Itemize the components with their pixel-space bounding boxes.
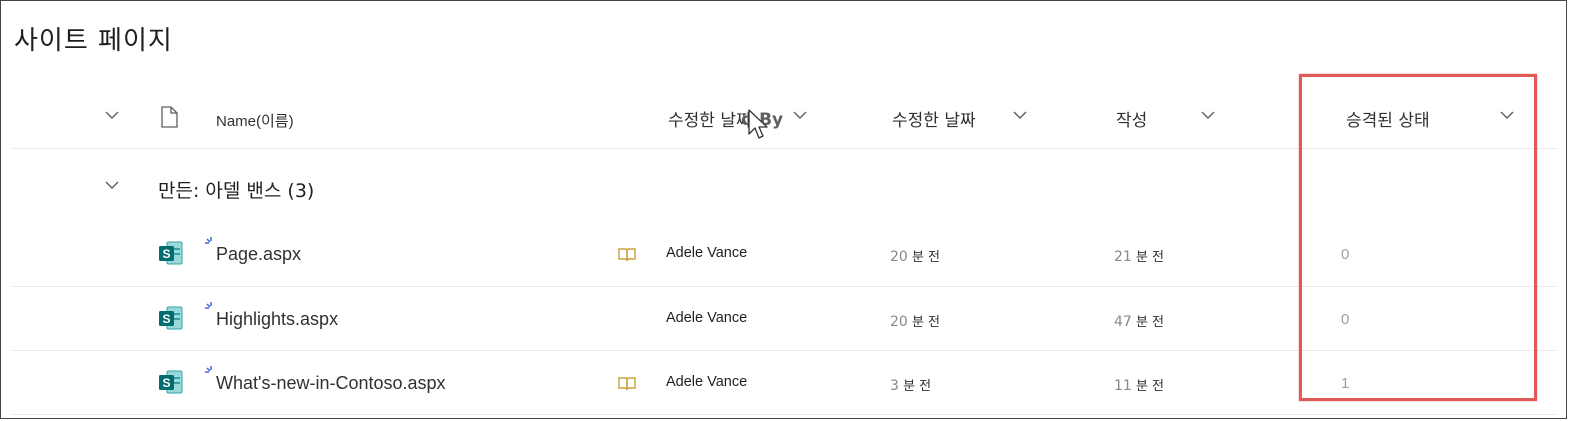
- row-divider: [12, 414, 1557, 415]
- modified-time: 20 분 전: [890, 314, 941, 330]
- file-name-link[interactable]: Page.aspx: [216, 244, 301, 265]
- author-name[interactable]: Adele Vance: [666, 245, 747, 261]
- mouse-pointer-icon: [746, 108, 770, 146]
- book-icon[interactable]: [618, 376, 636, 395]
- book-icon[interactable]: [618, 247, 636, 266]
- created-time: 21 분 전: [1114, 249, 1165, 265]
- group-header[interactable]: 만든: 아델 밴스 (3): [158, 176, 314, 203]
- created-time: 11 분 전: [1114, 378, 1165, 394]
- modified-time: 3 분 전: [890, 378, 932, 394]
- document-icon: [160, 106, 178, 132]
- author-name[interactable]: Adele Vance: [666, 310, 747, 326]
- column-header-modified[interactable]: 수정한 날짜: [892, 106, 976, 131]
- modified-time: 20 분 전: [890, 249, 941, 265]
- svg-text:S: S: [162, 376, 170, 390]
- page-title: 사이트 페이지: [14, 26, 173, 56]
- column-header-modified-by[interactable]: 수정한 날짜: [668, 106, 752, 131]
- column-modified-chevron-icon[interactable]: [1012, 110, 1028, 120]
- author-name[interactable]: Adele Vance: [666, 374, 747, 390]
- sharepoint-page-icon: S: [158, 369, 186, 401]
- group-collapse-chevron-icon[interactable]: [104, 180, 120, 190]
- column-header-name[interactable]: Name(이름): [216, 110, 294, 131]
- promoted-state-highlight: [1299, 74, 1537, 401]
- select-all-chevron-icon[interactable]: [104, 110, 120, 120]
- svg-text:S: S: [162, 312, 170, 326]
- column-created-chevron-icon[interactable]: [1200, 110, 1216, 120]
- created-time: 47 분 전: [1114, 314, 1165, 330]
- column-modified-by-chevron-icon[interactable]: [792, 110, 808, 120]
- file-name-link[interactable]: What's-new-in-Contoso.aspx: [216, 373, 446, 394]
- svg-text:S: S: [162, 247, 170, 261]
- column-header-created[interactable]: 작성: [1116, 106, 1147, 131]
- sharepoint-page-icon: S: [158, 240, 186, 272]
- sharepoint-page-icon: S: [158, 305, 186, 337]
- file-name-link[interactable]: Highlights.aspx: [216, 309, 338, 330]
